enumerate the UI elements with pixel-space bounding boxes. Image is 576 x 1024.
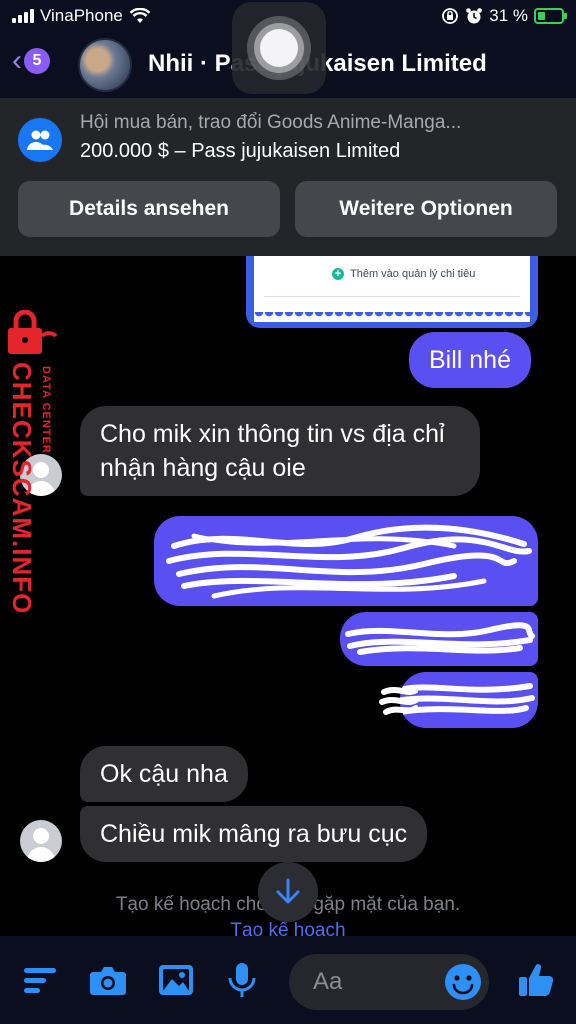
details-button[interactable]: Details ansehen [18,181,280,237]
signal-icon [12,9,34,23]
arrow-down-icon [276,878,300,904]
emoji-icon[interactable] [445,964,481,1000]
message-input-placeholder: Aa [313,968,343,995]
marketplace-listing-title[interactable]: 200.000 $ – Pass jujukaisen Limited [80,140,400,163]
battery-percentage: 31 % [489,6,528,25]
menu-icon[interactable] [20,960,60,1000]
more-options-button[interactable]: Weitere Optionen [295,181,557,237]
message-bubble-outgoing[interactable]: Bill nhé [409,332,531,388]
marketplace-listing-banner: Hội mua bán, trao đổi Goods Anime-Manga.… [0,98,576,256]
sender-avatar[interactable] [20,820,62,862]
receipt-image-message[interactable]: + Thêm vào quản lý chi tiêu [246,256,538,328]
carrier-name: VinaPhone [40,6,123,25]
redacted-message-bubble[interactable] [154,516,538,606]
camera-icon[interactable] [88,960,128,1000]
redaction-scribble [379,687,418,715]
assistive-touch-button[interactable] [232,2,326,94]
back-chevron-icon: ‹ [12,44,22,77]
wifi-icon [129,8,151,23]
message-thread[interactable]: + Thêm vào quản lý chi tiêu Bill nhé Cho… [0,256,576,936]
message-input[interactable]: Aa [289,954,489,1010]
back-button[interactable]: ‹ 5 [12,46,50,76]
contact-avatar[interactable] [78,38,132,92]
watermark-brand: CHECKSCAM.INFO [7,362,37,615]
marketplace-group-name[interactable]: Hội mua bán, trao đổi Goods Anime-Manga.… [80,112,461,134]
orientation-lock-icon [442,8,459,24]
lock-icon [8,310,58,354]
redacted-message-bubble[interactable] [340,612,538,666]
alarm-icon [466,8,483,24]
group-icon [18,118,62,162]
like-icon[interactable] [516,960,556,1000]
message-bubble-incoming[interactable]: Ok cậu nha [80,746,248,802]
unread-count-badge: 5 [24,48,50,74]
watermark-subtitle: DATA CENTER [40,366,52,454]
checkscam-watermark: CHECKSCAM.INFO DATA CENTER [2,310,64,614]
image-icon[interactable] [156,960,196,1000]
message-bubble-incoming[interactable]: Cho mik xin thông tin vs địa chỉ nhận hà… [80,406,480,496]
battery-icon [534,8,567,24]
message-composer: Aa [0,936,576,1024]
receipt-add-label: Thêm vào quản lý chi tiêu [350,268,476,280]
add-icon: + [332,268,344,280]
create-plan-link[interactable]: Tạo kế hoạch [0,920,576,936]
scroll-to-bottom-button[interactable] [258,862,318,922]
message-bubble-incoming[interactable]: Chiều mik mâng ra bưu cục [80,806,428,862]
redacted-message-bubble[interactable] [400,672,538,728]
microphone-icon[interactable] [222,960,262,1000]
